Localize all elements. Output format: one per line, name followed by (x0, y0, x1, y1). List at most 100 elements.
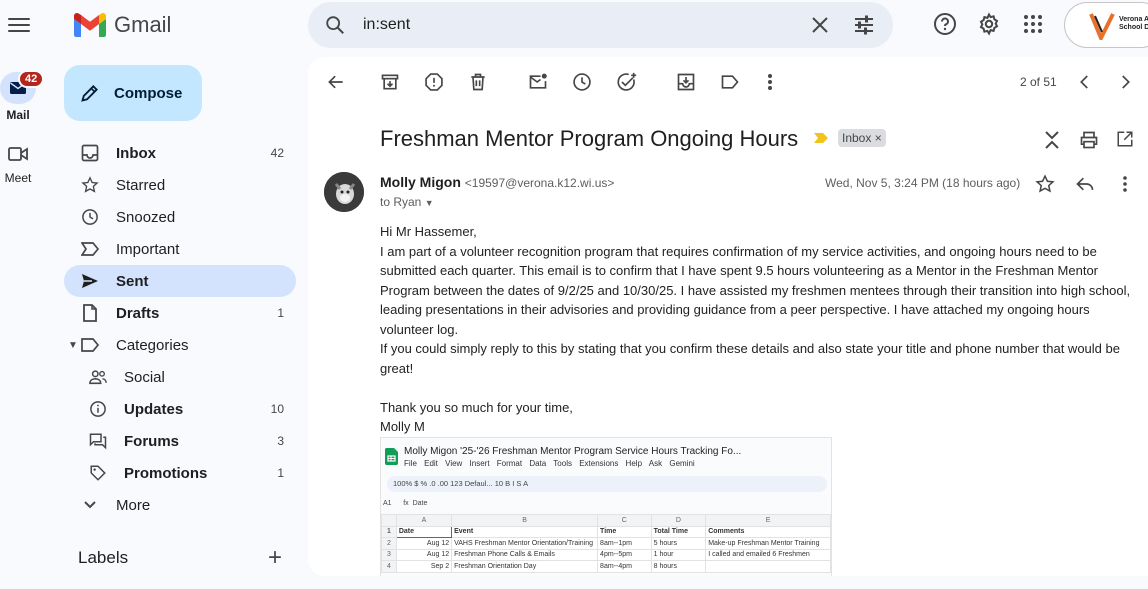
recipient-line[interactable]: to Ryan ▼ (380, 195, 434, 209)
settings-gear-icon[interactable] (977, 12, 1001, 36)
table-cell: 5 hours (650, 537, 707, 550)
rail-mail[interactable]: 42 Mail (0, 70, 45, 122)
table-cell: Freshman Phone Calls & Emails (451, 548, 599, 561)
trash-icon[interactable] (468, 72, 488, 92)
sidebar-item-inbox[interactable]: Inbox 42 (64, 137, 296, 169)
star-icon[interactable] (1035, 174, 1055, 194)
table-cell: Event (451, 525, 599, 538)
sidebar-item-forums[interactable]: Forums 3 (64, 425, 296, 457)
collapse-all-icon[interactable] (1043, 130, 1061, 150)
search-icon[interactable] (324, 14, 346, 36)
more-vertical-icon[interactable] (766, 72, 774, 92)
sidebar-item-updates[interactable]: Updates 10 (64, 393, 296, 425)
sidebar-item-social[interactable]: Social (64, 361, 296, 393)
formula-bar: A1 fx Date (383, 500, 428, 507)
cell-ref: A1 (383, 500, 392, 507)
sidebar-item-more[interactable]: More (64, 489, 296, 521)
sidebar-item-categories[interactable]: ▼ Categories (64, 329, 296, 361)
table-cell: I called and emailed 6 Freshmen (705, 548, 831, 561)
compose-label: Compose (114, 84, 183, 102)
sidebar-item-label: Drafts (116, 304, 160, 322)
sidebar-item-label: Snoozed (116, 208, 176, 226)
sidebar-item-label: Promotions (124, 464, 208, 482)
move-to-icon[interactable] (676, 72, 696, 92)
school-logo-icon (1089, 13, 1115, 40)
drafts-count: 1 (277, 306, 284, 320)
reply-icon[interactable] (1075, 174, 1095, 194)
print-icon[interactable] (1079, 130, 1099, 150)
clock-icon (82, 209, 98, 225)
inbox-label-chip[interactable]: Inbox × (838, 129, 886, 147)
updates-count: 10 (270, 402, 284, 416)
table-cell: Comments (705, 525, 831, 538)
page-count: 2 of 51 (1020, 75, 1057, 89)
open-new-window-icon[interactable] (1116, 130, 1134, 148)
promotions-count: 1 (277, 466, 284, 480)
account-switcher[interactable]: Verona Area School District (1064, 2, 1148, 48)
rail-meet[interactable]: Meet (0, 144, 36, 185)
compose-button[interactable]: Compose (64, 65, 202, 121)
body-paragraph: If you could simply reply to this by sta… (380, 341, 1120, 376)
recipient-details-caret-icon[interactable]: ▼ (425, 198, 434, 208)
snooze-clock-icon[interactable] (572, 72, 592, 92)
table-cell: Date (395, 525, 453, 538)
add-label-icon[interactable]: + (268, 546, 282, 570)
search-bar[interactable] (308, 2, 893, 48)
sidebar-item-label: More (116, 496, 151, 514)
table-cell: Aug 12 (395, 537, 453, 550)
caret-down-icon[interactable]: ▼ (68, 340, 80, 351)
newer-chevron-left-icon[interactable] (1076, 73, 1094, 91)
email-view: 2 of 51 Freshman Mentor Program Ongoing … (308, 57, 1148, 576)
table-cell: VAHS Freshman Mentor Orientation/Trainin… (451, 537, 599, 550)
mark-unread-icon[interactable] (528, 72, 548, 92)
label-icon[interactable] (720, 72, 740, 92)
gmail-logo[interactable]: Gmail (74, 12, 171, 38)
report-spam-icon[interactable] (424, 72, 444, 92)
sidebar-item-drafts[interactable]: Drafts 1 (64, 297, 296, 329)
table-cell (705, 560, 831, 573)
sender-avatar[interactable] (324, 172, 364, 212)
sidebar-item-promotions[interactable]: Promotions 1 (64, 457, 296, 489)
greeting: Hi Mr Hassemer, (380, 224, 477, 239)
sender-name[interactable]: Molly Migon (380, 174, 461, 190)
sidebar-item-sent[interactable]: Sent (64, 265, 296, 297)
table-cell: Sep 2 (395, 560, 453, 573)
sheet-toolbar: 100% $ % .0 .00 123 Defaul... 10 B I S A (387, 476, 827, 492)
remove-label-icon[interactable]: × (875, 131, 882, 145)
column-header: A (395, 514, 453, 527)
important-marker-icon[interactable] (814, 133, 828, 143)
table-cell: Freshman Orientation Day (451, 560, 599, 573)
chip-label: Inbox (842, 131, 872, 145)
main-menu-button[interactable] (8, 14, 30, 36)
search-input[interactable] (363, 13, 783, 37)
sheets-icon (385, 448, 398, 465)
column-header: E (705, 514, 831, 527)
table-cell: 4pm--5pm (597, 548, 652, 561)
spreadsheet-attachment-image[interactable]: Molly Migon '25-'26 Freshman Mentor Prog… (380, 437, 832, 576)
table-cell: 8 hours (650, 560, 707, 573)
search-options-icon[interactable] (852, 13, 876, 37)
star-icon (81, 176, 99, 193)
google-apps-icon[interactable] (1021, 12, 1045, 36)
clear-search-icon[interactable] (808, 13, 832, 37)
table-row: 1 Date Event Time Total Time Comments (381, 525, 831, 538)
add-to-tasks-icon[interactable] (616, 72, 638, 92)
message-more-icon[interactable] (1121, 174, 1129, 194)
sidebar-item-snoozed[interactable]: Snoozed (64, 201, 296, 233)
row-number: 4 (381, 560, 397, 573)
email-subject: Freshman Mentor Program Ongoing Hours (380, 126, 799, 151)
email-body: Hi Mr Hassemer, I am part of a volunteer… (380, 222, 1140, 437)
body-paragraph: I am part of a volunteer recognition pro… (380, 243, 1131, 337)
sidebar-nav: Inbox 42 Starred Snoozed Important Sent … (64, 137, 296, 521)
archive-icon[interactable] (380, 72, 400, 92)
older-chevron-right-icon[interactable] (1116, 73, 1134, 91)
column-header: D (650, 514, 707, 527)
sidebar-item-important[interactable]: Important (64, 233, 296, 265)
sidebar-item-starred[interactable]: Starred (64, 169, 296, 201)
promotion-tag-icon (90, 465, 106, 481)
school-name: Verona Area School District (1119, 16, 1148, 31)
inbox-icon (81, 144, 99, 162)
back-arrow-icon[interactable] (326, 72, 346, 92)
help-icon[interactable] (933, 12, 957, 36)
column-header-row: A B C D E (381, 514, 831, 527)
